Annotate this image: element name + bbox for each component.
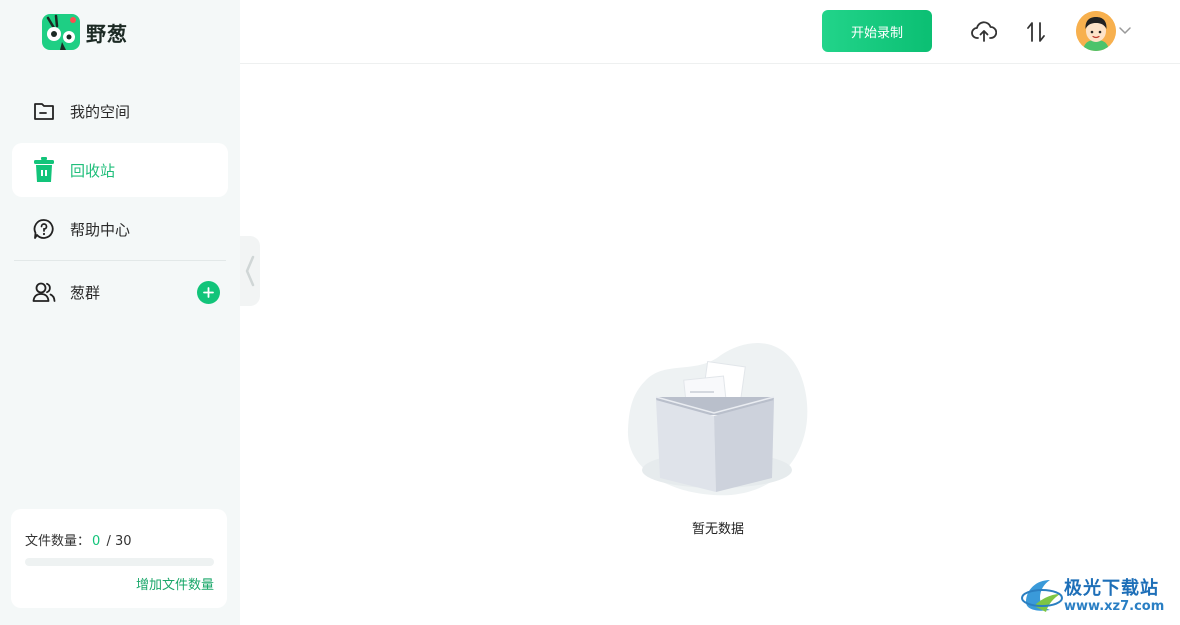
folder-icon [32,99,56,123]
users-icon [32,280,56,304]
user-avatar[interactable] [1076,11,1116,51]
file-quota-label: 文件数量： [25,534,91,549]
sidebar-item-help-center[interactable]: 帮助中心 [12,202,228,256]
watermark: 极光下载站 www.xz7.com [1020,572,1175,618]
chevron-down-icon[interactable] [1117,22,1133,38]
watermark-title: 极光下载站 [1064,578,1159,599]
file-quota-total: 30 [114,534,132,549]
sidebar-item-recycle-bin[interactable]: 回收站 [12,143,228,197]
sidebar: 野葱 我的空间 回收站 帮助中心 葱群 文件数量： 0 / 30 增加文件数量 [0,0,240,625]
watermark-url: www.xz7.com [1064,599,1165,614]
watermark-logo-icon [1021,580,1063,612]
sidebar-item-label: 帮助中心 [70,220,131,239]
file-quota-used: 0 [92,534,101,549]
chevron-left-icon [245,255,255,287]
cloud-upload-icon[interactable] [970,18,998,46]
transfer-icon[interactable] [1022,18,1050,46]
sidebar-collapse-handle[interactable] [240,236,260,306]
increase-file-quota-link[interactable]: 增加文件数量 [136,574,214,593]
file-quota-separator: / [106,534,111,549]
start-recording-button[interactable]: 开始录制 [822,10,932,52]
logo-icon [40,12,82,52]
empty-state-text: 暂无数据 [691,522,744,537]
empty-state-illustration [626,340,808,500]
app-logo[interactable]: 野葱 [40,12,128,52]
trash-icon [32,157,56,182]
app-name: 野葱 [86,21,128,46]
sidebar-item-my-space[interactable]: 我的空间 [12,84,228,138]
file-quota-card: 文件数量： 0 / 30 增加文件数量 [11,509,227,608]
file-quota-progress [25,558,214,566]
add-group-button[interactable] [197,281,220,304]
sidebar-item-label: 我的空间 [70,102,131,121]
help-circle-icon [32,217,56,241]
sidebar-divider [14,260,226,261]
sidebar-item-label: 葱群 [70,283,101,302]
sidebar-item-label: 回收站 [70,161,116,180]
plus-icon [203,287,214,298]
file-quota-text: 文件数量： 0 / 30 [25,530,132,549]
top-bar: 开始录制 [240,0,1180,64]
sidebar-item-groups[interactable]: 葱群 [12,265,228,319]
